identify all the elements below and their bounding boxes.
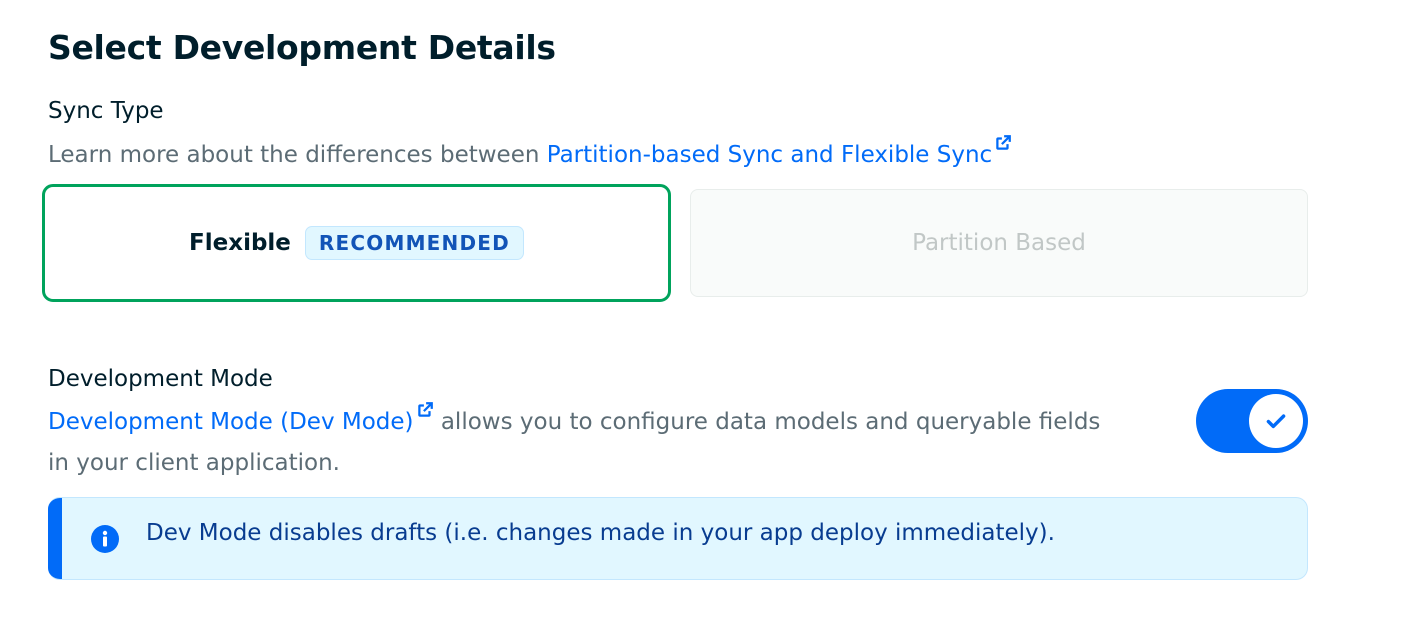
checkmark-icon [1266, 414, 1286, 429]
dev-mode-docs-link-label: Development Mode (Dev Mode) [48, 409, 414, 435]
dev-mode-toggle[interactable] [1196, 389, 1308, 453]
sync-option-flexible[interactable]: Flexible RECOMMENDED [42, 184, 671, 302]
external-link-icon [417, 402, 433, 417]
dev-mode-info-callout: Dev Mode disables drafts (i.e. changes m… [48, 497, 1308, 580]
sync-option-partition-label: Partition Based [912, 230, 1086, 256]
sync-description-text: Learn more about the differences between [48, 142, 547, 168]
callout-accent-bar [48, 498, 62, 579]
dev-mode-docs-link[interactable]: Development Mode (Dev Mode) [48, 402, 434, 435]
info-icon [91, 525, 119, 553]
callout-text: Dev Mode disables drafts (i.e. changes m… [146, 520, 1055, 546]
sync-docs-link[interactable]: Partition-based Sync and Flexible Sync [546, 135, 1012, 168]
development-mode-description: Development Mode (Dev Mode) allows you t… [48, 401, 1128, 484]
sync-docs-link-label: Partition-based Sync and Flexible Sync [546, 142, 993, 168]
sync-type-description: Learn more about the differences between… [48, 134, 1012, 175]
page-title: Select Development Details [48, 28, 556, 67]
development-mode-label: Development Mode [48, 366, 273, 392]
sync-type-label: Sync Type [48, 98, 164, 124]
external-link-icon [996, 135, 1012, 150]
sync-option-flexible-label: Flexible [189, 230, 291, 256]
toggle-knob [1249, 394, 1303, 448]
recommended-badge: RECOMMENDED [304, 226, 524, 260]
sync-option-partition-based[interactable]: Partition Based [690, 189, 1308, 297]
